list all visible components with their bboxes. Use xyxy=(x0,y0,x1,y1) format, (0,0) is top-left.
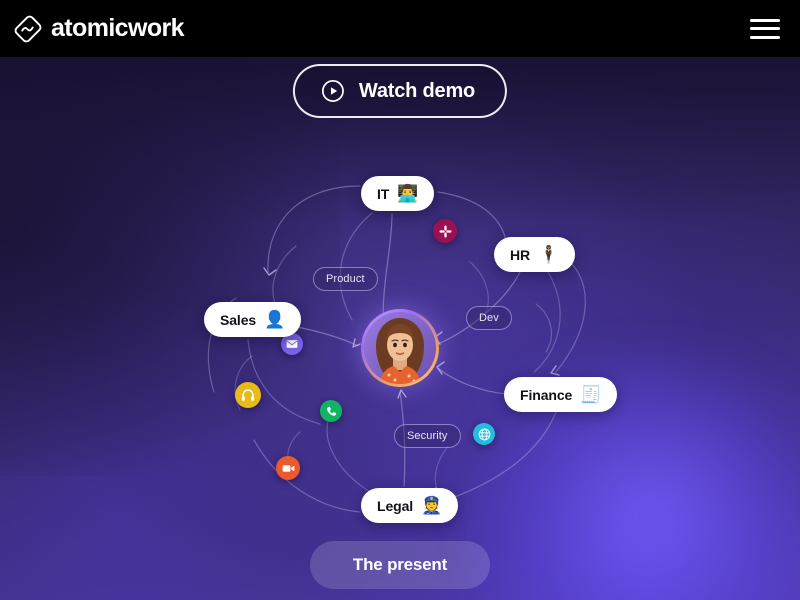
node-finance-label: Finance xyxy=(520,386,573,403)
tag-security[interactable]: Security xyxy=(394,424,461,448)
brand-name: atomicwork xyxy=(51,14,185,42)
video-camera-icon xyxy=(282,462,295,475)
technologist-emoji: 👨‍💻 xyxy=(397,184,419,203)
hamburger-line xyxy=(750,27,780,30)
the-present-button[interactable]: The present xyxy=(310,541,490,589)
person-bust-emoji: 👤 xyxy=(264,310,286,329)
hamburger-line xyxy=(750,35,780,39)
slack-icon xyxy=(438,224,452,238)
tag-dev[interactable]: Dev xyxy=(466,306,512,330)
node-hr[interactable]: HR 🕴️ xyxy=(494,237,576,272)
atomicwork-logo-icon xyxy=(14,15,42,43)
node-legal-label: Legal xyxy=(377,497,414,514)
node-sales[interactable]: Sales 👤 xyxy=(204,302,302,337)
person-in-suit-emoji: 🕴️ xyxy=(538,245,560,264)
envelope-icon xyxy=(286,338,298,350)
node-sales-label: Sales xyxy=(220,311,257,328)
node-it-label: IT xyxy=(377,185,390,202)
app-bubble-audio[interactable] xyxy=(235,382,261,408)
brand-logo[interactable]: atomicwork xyxy=(14,14,185,43)
app-bubble-globe[interactable] xyxy=(473,423,495,445)
node-hr-label: HR xyxy=(510,246,531,263)
watch-demo-label: Watch demo xyxy=(358,79,476,102)
globe-icon xyxy=(478,428,491,441)
hamburger-menu-icon[interactable] xyxy=(750,18,780,40)
receipt-emoji: 🧾 xyxy=(580,385,602,404)
hamburger-line xyxy=(750,18,780,22)
tag-product[interactable]: Product xyxy=(313,267,378,291)
play-circle-icon xyxy=(321,79,345,103)
node-legal[interactable]: Legal 👮 xyxy=(361,488,459,523)
avatar-image xyxy=(364,312,436,384)
node-it[interactable]: IT 👨‍💻 xyxy=(361,176,435,211)
avatar[interactable] xyxy=(361,309,439,387)
app-bubble-slack[interactable] xyxy=(433,219,457,243)
site-header: atomicwork xyxy=(0,0,800,57)
app-bubble-video[interactable] xyxy=(276,456,300,480)
headphones-icon xyxy=(241,388,255,402)
page-root: atomicwork Watch demo xyxy=(0,0,800,600)
watch-demo-button[interactable]: Watch demo xyxy=(292,64,508,118)
node-finance[interactable]: Finance 🧾 xyxy=(504,377,618,412)
app-bubble-phone[interactable] xyxy=(320,400,342,422)
phone-icon xyxy=(326,406,337,417)
police-officer-emoji: 👮 xyxy=(421,496,443,515)
